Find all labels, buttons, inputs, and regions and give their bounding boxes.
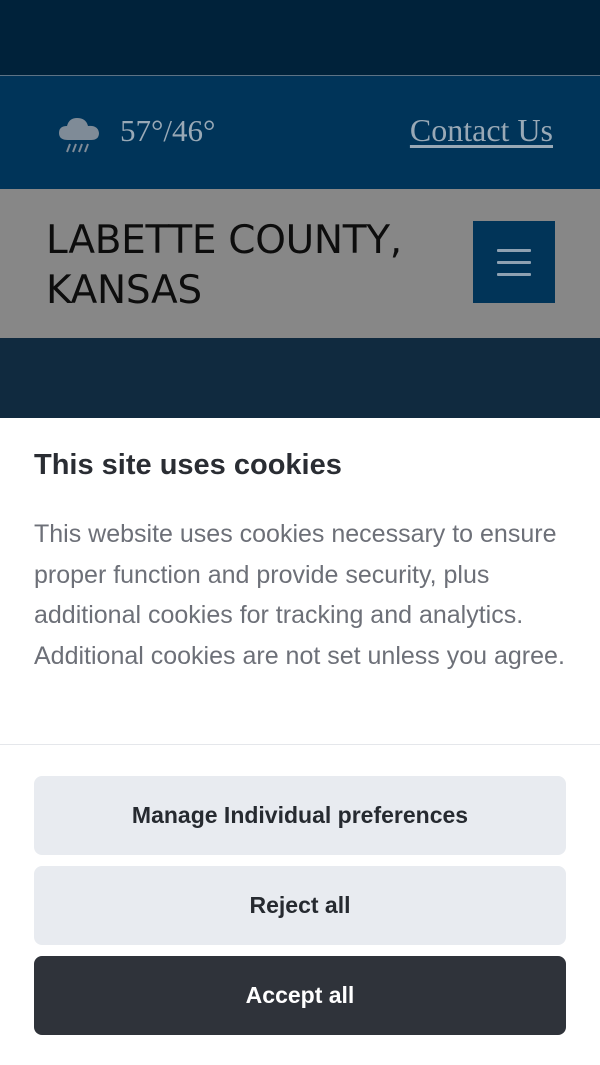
rain-cloud-icon [59,118,99,153]
weather-widget[interactable]: 57°/46° [56,106,215,156]
cookie-banner-text: This website uses cookies necessary to e… [34,520,565,670]
site-title[interactable]: LABETTE COUNTY, KANSAS [46,216,446,316]
top-bar [0,0,600,75]
menu-button[interactable] [473,221,555,303]
hero-banner [0,338,600,418]
reject-all-button[interactable]: Reject all [34,866,566,945]
contact-us-link[interactable]: Contact Us [410,112,553,149]
hamburger-menu-icon [497,260,531,264]
cookie-banner: This site uses cookies This website uses… [0,418,600,1065]
info-bar: 57°/46° Contact Us [0,76,600,189]
site-header: LABETTE COUNTY, KANSAS [0,189,600,338]
weather-temperature: 57°/46° [120,113,216,148]
cookie-banner-title: This site uses cookies [34,449,342,481]
accept-all-button[interactable]: Accept all [34,956,566,1035]
hamburger-menu-icon [497,272,531,276]
manage-preferences-button[interactable]: Manage Individual preferences [34,776,566,855]
hamburger-menu-icon [497,248,531,252]
cookie-banner-divider [0,744,600,745]
